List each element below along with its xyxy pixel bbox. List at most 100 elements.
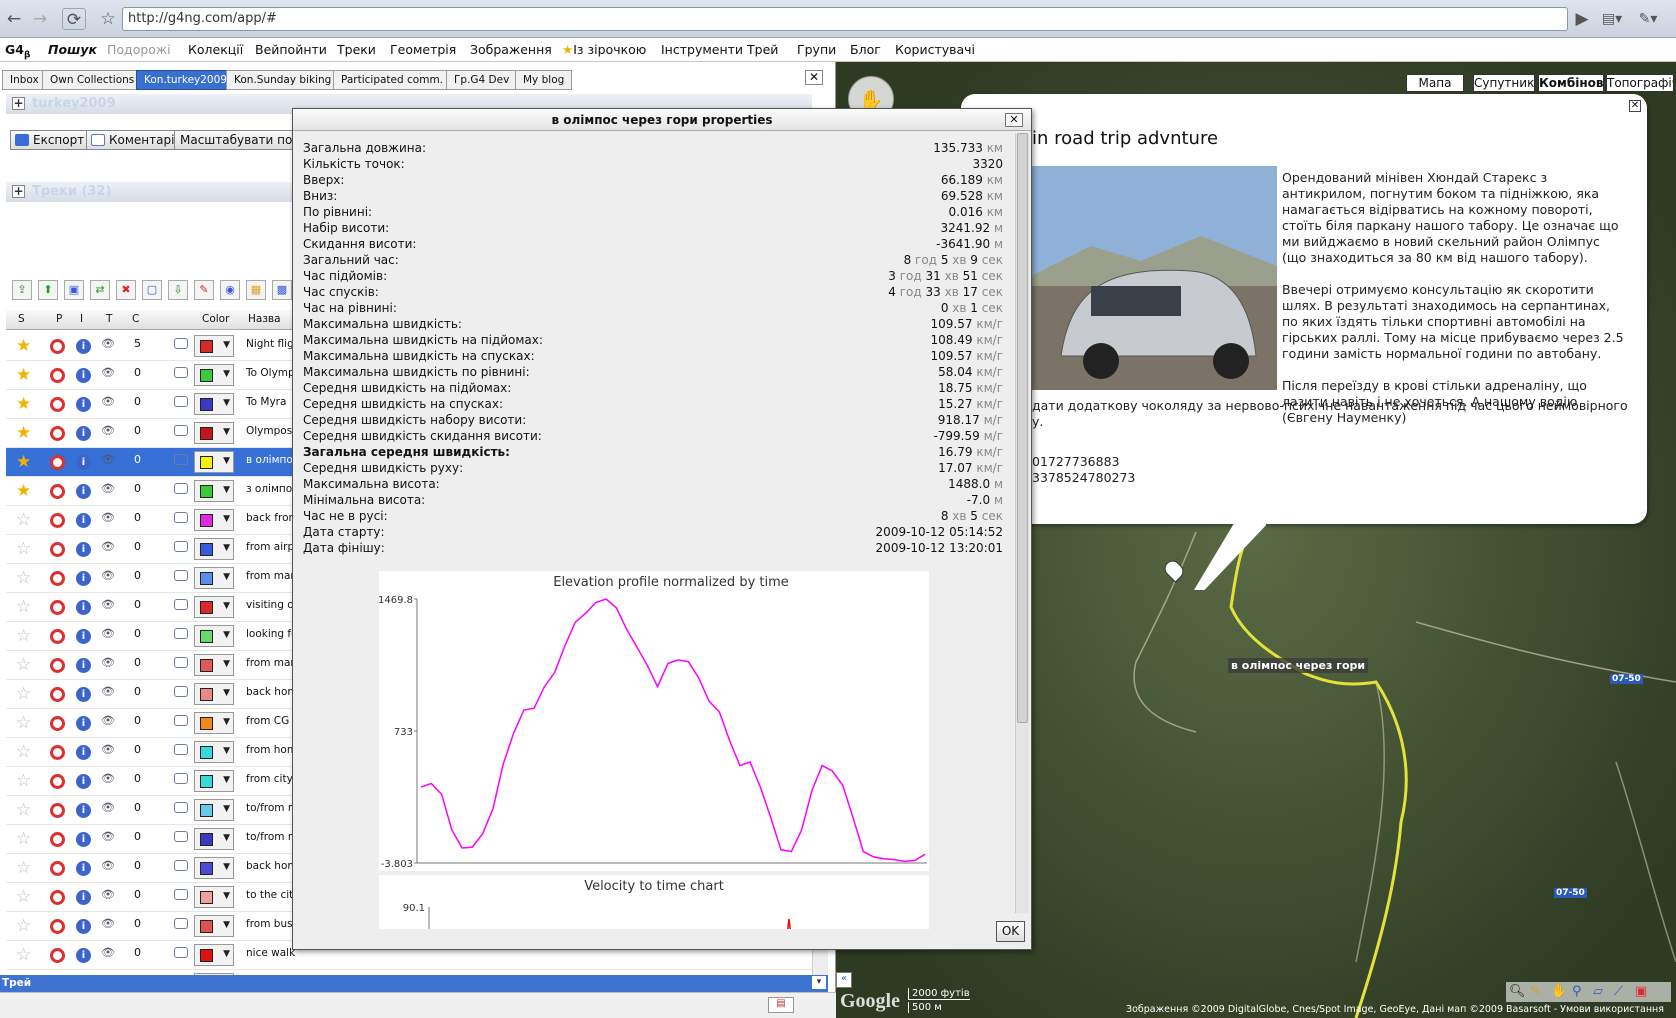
- eye-icon[interactable]: 👁︎: [101, 656, 115, 669]
- comment-icon[interactable]: [174, 570, 188, 581]
- new-track-icon[interactable]: ▣: [64, 280, 84, 300]
- menu-waypoints[interactable]: Вейпойнти: [255, 42, 327, 57]
- star-icon[interactable]: ☆: [16, 917, 31, 935]
- eye-icon[interactable]: 👁︎: [101, 685, 115, 698]
- info-icon[interactable]: i: [76, 948, 91, 963]
- comment-icon[interactable]: [174, 686, 188, 697]
- comment-icon[interactable]: [174, 802, 188, 813]
- star-icon[interactable]: ☆: [16, 801, 31, 819]
- tab-g4-dev[interactable]: Гр.G4 Dev: [446, 70, 518, 90]
- tab-my-blog[interactable]: My blog: [515, 70, 573, 90]
- info-icon[interactable]: i: [76, 658, 91, 673]
- menu-search[interactable]: Пошук: [48, 42, 97, 57]
- track-name[interactable]: back hom: [246, 860, 298, 872]
- info-icon[interactable]: i: [76, 455, 91, 470]
- track-name[interactable]: back hom: [246, 686, 298, 698]
- color-picker[interactable]: ▼: [194, 451, 234, 473]
- eye-icon[interactable]: 👁︎: [101, 714, 115, 727]
- map-type-satellite[interactable]: Супутников: [1473, 74, 1535, 92]
- tab-kon-turkey2009[interactable]: Kon.turkey2009: [136, 70, 235, 90]
- track-name[interactable]: looking fo: [246, 628, 298, 640]
- col-header-name[interactable]: Назва: [248, 313, 281, 325]
- menu-geometry[interactable]: Геометрія: [390, 42, 456, 57]
- comment-icon[interactable]: [174, 657, 188, 668]
- info-icon[interactable]: i: [76, 368, 91, 383]
- target-icon[interactable]: [50, 513, 65, 528]
- col-header-c[interactable]: C: [132, 313, 139, 325]
- target-icon[interactable]: [50, 861, 65, 876]
- info-icon[interactable]: i: [76, 542, 91, 557]
- close-icon[interactable]: ✕: [1005, 113, 1023, 127]
- minivan-photo[interactable]: [1031, 166, 1277, 390]
- upload-icon[interactable]: ⇪: [12, 280, 32, 300]
- star-icon[interactable]: ★: [16, 337, 31, 355]
- comment-icon[interactable]: [174, 483, 188, 494]
- target-icon[interactable]: [50, 716, 65, 731]
- info-icon[interactable]: i: [76, 745, 91, 760]
- eye-icon[interactable]: 👁︎: [101, 366, 115, 379]
- color-picker[interactable]: ▼: [194, 654, 234, 676]
- comment-icon[interactable]: [174, 715, 188, 726]
- tray-header[interactable]: Трей ▾: [0, 975, 828, 992]
- menu-users[interactable]: Користувачі: [895, 42, 975, 57]
- star-icon[interactable]: ★: [16, 395, 31, 413]
- star-icon[interactable]: ☆: [16, 598, 31, 616]
- color-picker[interactable]: ▼: [194, 770, 234, 792]
- col-header-color[interactable]: Color: [202, 313, 229, 325]
- target-icon[interactable]: [50, 600, 65, 615]
- color-picker[interactable]: ▼: [194, 799, 234, 821]
- tab-kon-sunday-biking[interactable]: Kon.Sunday biking: [226, 70, 340, 90]
- track-name[interactable]: Olympos-: [246, 425, 298, 437]
- tray-icon[interactable]: ▤: [768, 997, 794, 1013]
- eye-icon[interactable]: 👁︎: [101, 511, 115, 524]
- col-header-i[interactable]: I: [80, 313, 83, 325]
- collapse-icon[interactable]: «: [836, 972, 852, 988]
- track-name[interactable]: from bus: [246, 918, 298, 930]
- star-icon[interactable]: ☆: [16, 569, 31, 587]
- menu-groups[interactable]: Групи: [797, 42, 836, 57]
- info-icon[interactable]: i: [76, 919, 91, 934]
- refresh-icon[interactable]: ⇄: [90, 280, 110, 300]
- color-picker[interactable]: ▼: [194, 393, 234, 415]
- forward-arrow-icon[interactable]: →: [28, 8, 52, 30]
- target-icon[interactable]: [50, 687, 65, 702]
- menu-collections[interactable]: Колекції: [188, 42, 243, 57]
- map-type-terrain[interactable]: Топографіч: [1606, 74, 1674, 92]
- eye-icon[interactable]: 👁︎: [101, 569, 115, 582]
- track-name[interactable]: visiting ol: [246, 599, 298, 611]
- menu-tray[interactable]: Трей: [747, 42, 778, 57]
- address-bar[interactable]: http://g4ng.com/app/#: [122, 7, 1568, 31]
- target-icon[interactable]: [50, 774, 65, 789]
- tab-own-collections[interactable]: Own Collections: [42, 70, 143, 90]
- scrollbar-thumb[interactable]: [1017, 133, 1028, 723]
- app-logo[interactable]: G4β: [5, 42, 30, 61]
- color-picker[interactable]: ▼: [194, 886, 234, 908]
- page-menu-icon[interactable]: ▤▾: [1600, 8, 1624, 30]
- edit-icon[interactable]: ✎: [194, 280, 214, 300]
- export-button[interactable]: Експорт: [10, 130, 91, 150]
- info-icon[interactable]: i: [76, 832, 91, 847]
- eye-icon[interactable]: 👁︎: [101, 482, 115, 495]
- zoom-to-fit-button[interactable]: Масштабувати по фа: [174, 130, 294, 150]
- comment-icon[interactable]: [174, 947, 188, 958]
- info-icon[interactable]: i: [76, 687, 91, 702]
- select-icon[interactable]: ▢: [142, 280, 162, 300]
- target-icon[interactable]: [50, 658, 65, 673]
- eye-icon[interactable]: 👁︎: [101, 801, 115, 814]
- eye-icon[interactable]: 👁︎: [101, 424, 115, 437]
- info-icon[interactable]: i: [76, 629, 91, 644]
- star-icon[interactable]: ★: [16, 453, 31, 471]
- track-name[interactable]: from CG f: [246, 715, 298, 727]
- color-picker[interactable]: ▼: [194, 596, 234, 618]
- close-icon[interactable]: ✕: [805, 70, 823, 85]
- target-icon[interactable]: [50, 542, 65, 557]
- target-icon[interactable]: [50, 832, 65, 847]
- target-icon[interactable]: [50, 368, 65, 383]
- star-icon[interactable]: ☆: [16, 772, 31, 790]
- menu-starred[interactable]: ★Із зірочкою: [562, 42, 646, 57]
- track-name[interactable]: from mar: [246, 570, 298, 582]
- target-icon[interactable]: [50, 745, 65, 760]
- info-icon[interactable]: i: [76, 890, 91, 905]
- track-name[interactable]: from mar: [246, 657, 298, 669]
- comment-icon[interactable]: [174, 512, 188, 523]
